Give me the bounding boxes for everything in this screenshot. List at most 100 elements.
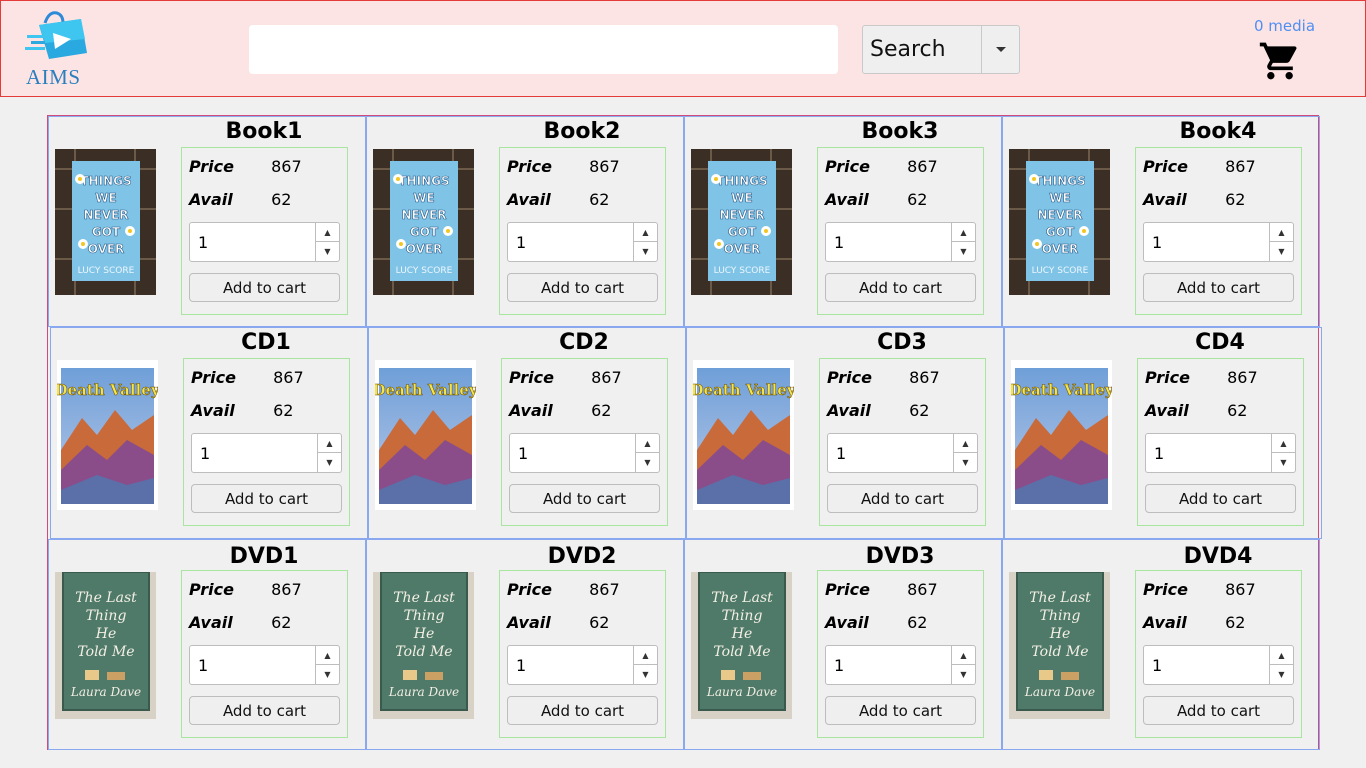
increment-arrow-icon[interactable]: ▲ [316, 223, 339, 242]
quantity-spinner[interactable]: ▲ ▼ [633, 646, 657, 684]
add-to-cart-button[interactable]: Add to cart [507, 696, 658, 725]
decrement-arrow-icon[interactable]: ▼ [1270, 665, 1293, 684]
increment-arrow-icon[interactable]: ▲ [634, 646, 657, 665]
quantity-stepper[interactable]: 1 ▲ ▼ [825, 645, 976, 685]
decrement-arrow-icon[interactable]: ▼ [634, 242, 657, 261]
quantity-spinner[interactable]: ▲ ▼ [953, 434, 977, 472]
increment-arrow-icon[interactable]: ▲ [316, 646, 339, 665]
svg-text:NEVER: NEVER [720, 208, 765, 222]
product-card: DVD4 The Last Thing He Told Me Laura Dave … [1002, 539, 1320, 750]
quantity-value[interactable]: 1 [1154, 444, 1164, 463]
quantity-spinner[interactable]: ▲ ▼ [951, 646, 975, 684]
quantity-spinner[interactable]: ▲ ▼ [635, 434, 659, 472]
decrement-arrow-icon[interactable]: ▼ [316, 665, 339, 684]
quantity-value[interactable]: 1 [200, 444, 210, 463]
quantity-value[interactable]: 1 [1152, 233, 1162, 252]
quantity-value[interactable]: 1 [836, 444, 846, 463]
avail-label: Avail [1145, 401, 1189, 420]
avail-label: Avail [509, 401, 553, 420]
svg-text:GOT: GOT [410, 225, 439, 239]
quantity-value[interactable]: 1 [834, 656, 844, 675]
quantity-spinner[interactable]: ▲ ▼ [1271, 434, 1295, 472]
add-to-cart-button[interactable]: Add to cart [825, 273, 976, 302]
quantity-stepper[interactable]: 1 ▲ ▼ [509, 433, 660, 473]
quantity-stepper[interactable]: 1 ▲ ▼ [825, 222, 976, 262]
quantity-spinner[interactable]: ▲ ▼ [951, 223, 975, 261]
increment-arrow-icon[interactable]: ▲ [1270, 223, 1293, 242]
quantity-spinner[interactable]: ▲ ▼ [633, 223, 657, 261]
add-to-cart-button[interactable]: Add to cart [509, 484, 660, 513]
price-row: Price 867 [189, 580, 302, 599]
quantity-stepper[interactable]: 1 ▲ ▼ [189, 645, 340, 685]
increment-arrow-icon[interactable]: ▲ [636, 434, 659, 453]
quantity-stepper[interactable]: 1 ▲ ▼ [827, 433, 978, 473]
decrement-arrow-icon[interactable]: ▼ [316, 242, 339, 261]
increment-arrow-icon[interactable]: ▲ [1270, 646, 1293, 665]
add-to-cart-button[interactable]: Add to cart [189, 696, 340, 725]
increment-arrow-icon[interactable]: ▲ [952, 646, 975, 665]
price-value: 867 [273, 368, 304, 387]
svg-text:THINGS: THINGS [716, 174, 767, 188]
decrement-arrow-icon[interactable]: ▼ [1272, 453, 1295, 472]
quantity-spinner[interactable]: ▲ ▼ [315, 646, 339, 684]
decrement-arrow-icon[interactable]: ▼ [952, 665, 975, 684]
quantity-stepper[interactable]: 1 ▲ ▼ [189, 222, 340, 262]
quantity-stepper[interactable]: 1 ▲ ▼ [507, 645, 658, 685]
decrement-arrow-icon[interactable]: ▼ [954, 453, 977, 472]
add-to-cart-button[interactable]: Add to cart [1145, 484, 1296, 513]
product-info-panel: Price 867 Avail 62 1 ▲ ▼ Add to cart [817, 147, 984, 315]
increment-arrow-icon[interactable]: ▲ [634, 223, 657, 242]
svg-text:The Last: The Last [75, 590, 137, 606]
quantity-stepper[interactable]: 1 ▲ ▼ [1143, 645, 1294, 685]
increment-arrow-icon[interactable]: ▲ [318, 434, 341, 453]
add-to-cart-button[interactable]: Add to cart [189, 273, 340, 302]
quantity-stepper[interactable]: 1 ▲ ▼ [191, 433, 342, 473]
decrement-arrow-icon[interactable]: ▼ [634, 665, 657, 684]
product-title: CD3 [877, 330, 927, 355]
svg-text:Laura Dave: Laura Dave [1024, 685, 1095, 699]
add-to-cart-button[interactable]: Add to cart [191, 484, 342, 513]
quantity-spinner[interactable]: ▲ ▼ [1269, 646, 1293, 684]
quantity-stepper[interactable]: 1 ▲ ▼ [507, 222, 658, 262]
decrement-arrow-icon[interactable]: ▼ [636, 453, 659, 472]
decrement-arrow-icon[interactable]: ▼ [952, 242, 975, 261]
increment-arrow-icon[interactable]: ▲ [1272, 434, 1295, 453]
product-cover-image: Death Valley [1008, 360, 1115, 514]
search-input[interactable] [249, 25, 838, 74]
search-type-select[interactable]: Search [862, 25, 1020, 74]
add-to-cart-button[interactable]: Add to cart [827, 484, 978, 513]
increment-arrow-icon[interactable]: ▲ [954, 434, 977, 453]
quantity-stepper[interactable]: 1 ▲ ▼ [1145, 433, 1296, 473]
decrement-arrow-icon[interactable]: ▼ [318, 453, 341, 472]
quantity-value[interactable]: 1 [198, 233, 208, 252]
avail-label: Avail [825, 190, 869, 209]
shopping-cart-icon[interactable] [1257, 39, 1303, 83]
add-to-cart-button[interactable]: Add to cart [507, 273, 658, 302]
price-label: Price [509, 368, 554, 387]
avail-value: 62 [907, 190, 928, 209]
quantity-spinner[interactable]: ▲ ▼ [317, 434, 341, 472]
product-card: CD2 Death Valley Price 867 Avail 62 1 ▲ … [368, 327, 686, 539]
dropdown-arrow-icon[interactable] [981, 26, 1019, 73]
quantity-stepper[interactable]: 1 ▲ ▼ [1143, 222, 1294, 262]
quantity-value[interactable]: 1 [198, 656, 208, 675]
increment-arrow-icon[interactable]: ▲ [952, 223, 975, 242]
decrement-arrow-icon[interactable]: ▼ [1270, 242, 1293, 261]
add-to-cart-button[interactable]: Add to cart [825, 696, 976, 725]
avail-value: 62 [909, 401, 930, 420]
price-value: 867 [589, 580, 620, 599]
add-to-cart-button[interactable]: Add to cart [1143, 696, 1294, 725]
product-card: Book3 THINGS WE NEVER GOT OVER LUCY SCORE … [684, 116, 1002, 327]
quantity-value[interactable]: 1 [516, 656, 526, 675]
quantity-spinner[interactable]: ▲ ▼ [1269, 223, 1293, 261]
aims-logo[interactable]: AIMS [23, 9, 93, 89]
quantity-value[interactable]: 1 [516, 233, 526, 252]
quantity-value[interactable]: 1 [834, 233, 844, 252]
product-title: Book2 [543, 119, 621, 144]
quantity-spinner[interactable]: ▲ ▼ [315, 223, 339, 261]
add-to-cart-button[interactable]: Add to cart [1143, 273, 1294, 302]
quantity-value[interactable]: 1 [518, 444, 528, 463]
svg-text:The Last: The Last [711, 590, 773, 606]
quantity-value[interactable]: 1 [1152, 656, 1162, 675]
price-value: 867 [909, 368, 940, 387]
